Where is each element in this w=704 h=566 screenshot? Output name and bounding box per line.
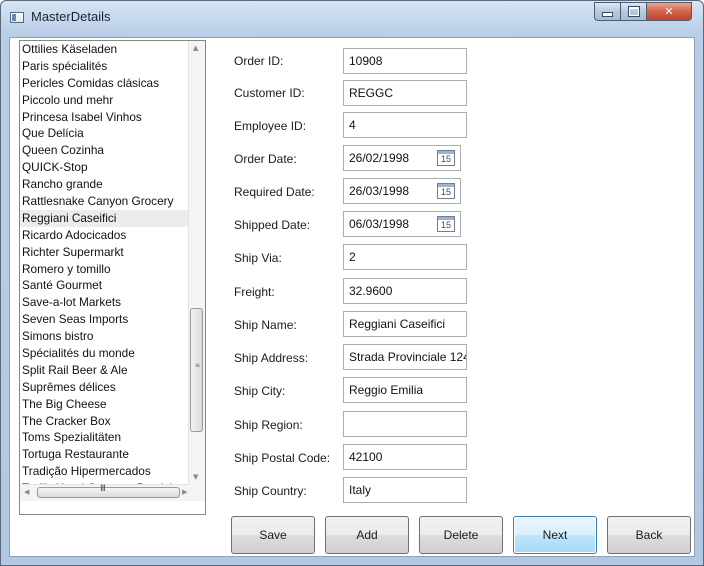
ship-postal-code-label: Ship Postal Code:: [234, 451, 331, 465]
required-date-picker[interactable]: 26/03/1998 15: [343, 178, 461, 204]
list-item[interactable]: Piccolo und mehr: [20, 92, 191, 109]
ship-via-field[interactable]: 2: [343, 244, 467, 270]
ship-name-field[interactable]: Reggiani Caseifici: [343, 311, 467, 337]
calendar-icon[interactable]: 15: [437, 150, 455, 166]
calendar-day: 15: [440, 220, 451, 230]
ship-country-label: Ship Country:: [234, 484, 307, 498]
list-item[interactable]: Toms Spezialitäten: [20, 429, 191, 446]
list-item[interactable]: Pericles Comidas clásicas: [20, 75, 191, 92]
shipped-date-picker[interactable]: 06/03/1998 15: [343, 211, 461, 237]
customer-list[interactable]: Ottilies Käseladen Paris spécialités Peric…: [20, 41, 191, 484]
horizontal-scrollbar[interactable]: ◀ III ▶: [20, 484, 205, 501]
freight-field[interactable]: 32.9600: [343, 278, 467, 304]
required-date-value: 26/03/1998: [349, 184, 410, 198]
list-item[interactable]: Ottilies Käseladen: [20, 41, 191, 58]
list-item[interactable]: Seven Seas Imports: [20, 311, 191, 328]
next-button[interactable]: Next: [513, 516, 597, 554]
ship-address-label: Ship Address:: [234, 351, 309, 365]
list-item[interactable]: Split Rail Beer & Ale: [20, 362, 191, 379]
shipped-date-label: Shipped Date:: [234, 218, 311, 232]
customer-listbox[interactable]: Ottilies Käseladen Paris spécialités Peric…: [19, 40, 206, 515]
title-bar[interactable]: MasterDetails ✕: [1, 1, 703, 37]
horizontal-scroll-thumb[interactable]: III: [37, 484, 180, 498]
save-button[interactable]: Save: [231, 516, 315, 554]
list-item[interactable]: Suprêmes délices: [20, 379, 191, 396]
list-item[interactable]: Tradição Hipermercados: [20, 463, 191, 480]
customer-id-label: Customer ID:: [234, 86, 305, 100]
scroll-corner: [189, 484, 205, 500]
order-date-picker[interactable]: 26/02/1998 15: [343, 145, 461, 171]
window-title: MasterDetails: [31, 9, 111, 24]
list-item[interactable]: The Big Cheese: [20, 396, 191, 413]
scroll-left-icon[interactable]: ◀: [24, 488, 29, 496]
employee-id-label: Employee ID:: [234, 119, 307, 133]
ship-address-field[interactable]: Strada Provinciale 124: [343, 344, 467, 370]
employee-id-field[interactable]: 4: [343, 112, 467, 138]
list-item[interactable]: QUICK-Stop: [20, 159, 191, 176]
minimize-button[interactable]: [594, 2, 621, 21]
ship-region-field[interactable]: [343, 411, 467, 437]
list-item[interactable]: Santé Gourmet: [20, 277, 191, 294]
customer-id-field[interactable]: REGGC: [343, 80, 467, 106]
delete-button[interactable]: Delete: [419, 516, 503, 554]
order-date-value: 26/02/1998: [349, 151, 410, 165]
calendar-day: 15: [440, 154, 451, 164]
ship-city-label: Ship City:: [234, 384, 286, 398]
minimize-icon: [602, 12, 613, 17]
close-icon: ✕: [664, 5, 674, 18]
vertical-scrollbar[interactable]: ▲ ≡ ▼: [188, 41, 205, 484]
list-item[interactable]: Reggiani Caseifici: [20, 209, 191, 227]
list-item[interactable]: Spécialités du monde: [20, 345, 191, 362]
client-area: Ottilies Käseladen Paris spécialités Peric…: [9, 37, 695, 557]
list-item[interactable]: Simons bistro: [20, 328, 191, 345]
list-item[interactable]: Queen Cozinha: [20, 142, 191, 159]
list-item[interactable]: Rattlesnake Canyon Grocery: [20, 193, 191, 210]
list-item[interactable]: Que Delícia: [20, 125, 191, 142]
freight-label: Freight:: [234, 285, 275, 299]
required-date-label: Required Date:: [234, 185, 315, 199]
ship-via-label: Ship Via:: [234, 251, 282, 265]
back-button[interactable]: Back: [607, 516, 691, 554]
list-item[interactable]: Tortuga Restaurante: [20, 446, 191, 463]
list-item[interactable]: Princesa Isabel Vinhos: [20, 109, 191, 126]
list-item[interactable]: Save-a-lot Markets: [20, 294, 191, 311]
scroll-down-icon[interactable]: ▼: [193, 473, 198, 481]
order-id-label: Order ID:: [234, 54, 284, 68]
calendar-icon[interactable]: 15: [437, 216, 455, 232]
list-item[interactable]: Romero y tomillo: [20, 261, 191, 278]
order-date-label: Order Date:: [234, 152, 297, 166]
maximize-icon: [627, 6, 640, 17]
calendar-day: 15: [440, 187, 451, 197]
grip-icon: ≡: [195, 362, 201, 369]
list-item[interactable]: Rancho grande: [20, 176, 191, 193]
maximize-button[interactable]: [620, 2, 647, 21]
close-button[interactable]: ✕: [646, 2, 692, 21]
list-item[interactable]: Richter Supermarkt: [20, 244, 191, 261]
ship-region-label: Ship Region:: [234, 418, 303, 432]
order-id-field[interactable]: 10908: [343, 48, 467, 74]
add-button[interactable]: Add: [325, 516, 409, 554]
ship-city-field[interactable]: Reggio Emilia: [343, 377, 467, 403]
ship-name-label: Ship Name:: [234, 318, 297, 332]
vertical-scroll-thumb[interactable]: ≡: [190, 308, 203, 432]
shipped-date-value: 06/03/1998: [349, 217, 410, 231]
list-item[interactable]: The Cracker Box: [20, 413, 191, 430]
ship-postal-code-field[interactable]: 42100: [343, 444, 467, 470]
scroll-right-icon[interactable]: ▶: [182, 488, 187, 496]
calendar-icon[interactable]: 15: [437, 183, 455, 199]
list-item[interactable]: Paris spécialités: [20, 58, 191, 75]
ship-country-field[interactable]: Italy: [343, 477, 467, 503]
window-frame: MasterDetails ✕ Ottilies Käseladen Paris …: [0, 0, 704, 566]
hgrip-icon: III: [100, 484, 106, 494]
list-item[interactable]: Ricardo Adocicados: [20, 227, 191, 244]
app-icon: [10, 12, 24, 23]
scroll-up-icon[interactable]: ▲: [193, 44, 198, 52]
